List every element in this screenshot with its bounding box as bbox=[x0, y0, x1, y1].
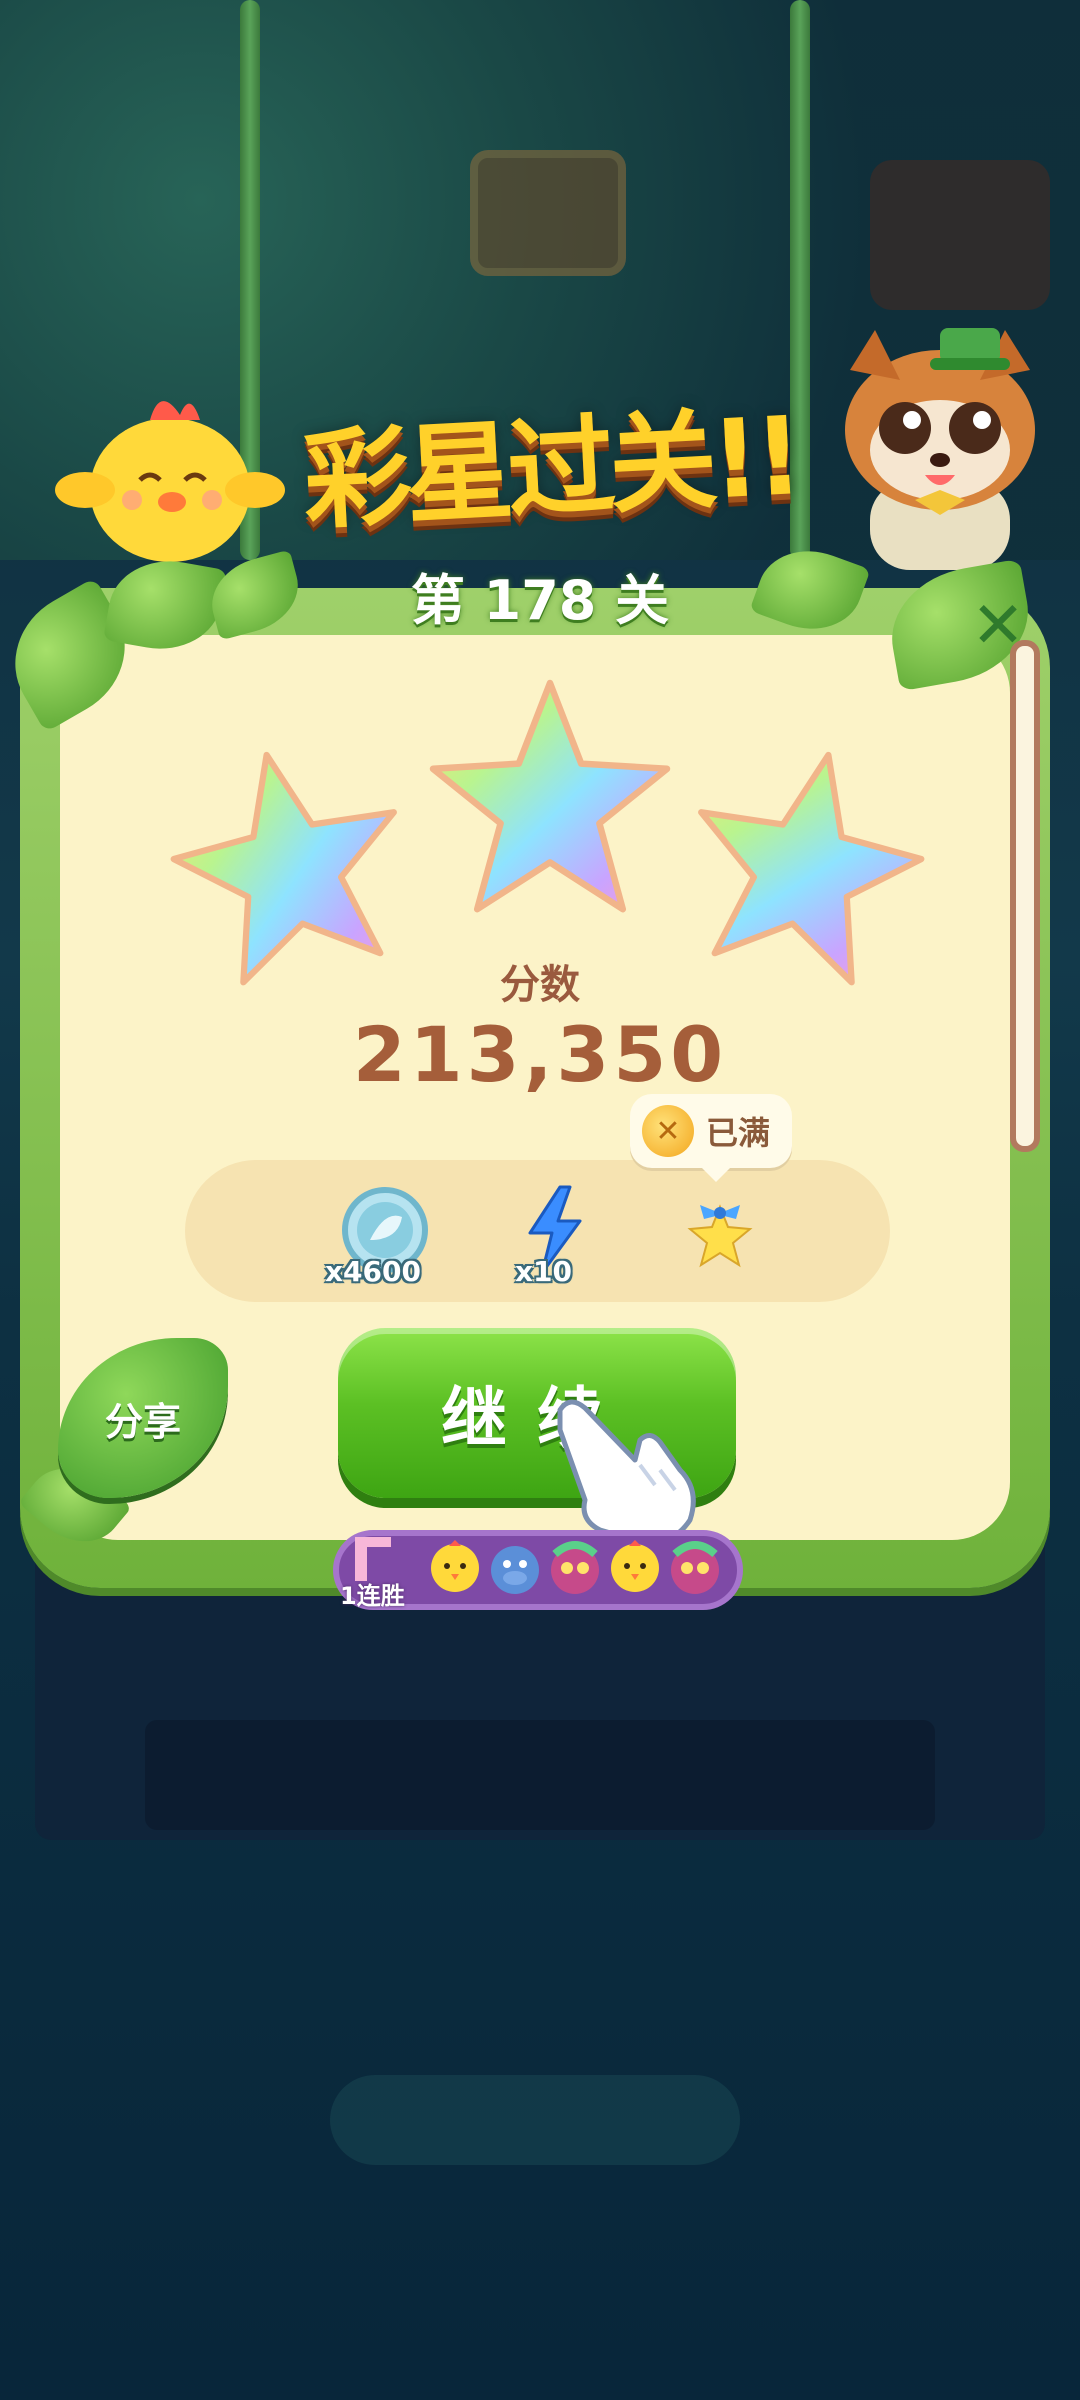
hippo-avatar-icon bbox=[491, 1546, 539, 1594]
background-box bbox=[870, 160, 1050, 310]
background-frame bbox=[470, 150, 626, 276]
reward-count: x4600 bbox=[325, 1255, 421, 1288]
background-pill bbox=[330, 2075, 740, 2165]
coin-icon: ✕ bbox=[642, 1105, 694, 1157]
level-number: 第 178 关 bbox=[410, 568, 670, 632]
game-board-background-row bbox=[145, 1720, 935, 1830]
score-value: 213,350 bbox=[352, 1010, 728, 1099]
tooltip-text: 已满 bbox=[706, 1114, 771, 1152]
reward-count: x10 bbox=[515, 1255, 573, 1288]
star-bow-icon bbox=[687, 1204, 753, 1268]
share-button-label: 分享 bbox=[104, 1399, 181, 1444]
win-streak-label: 1连胜 bbox=[340, 1582, 405, 1610]
owl-avatar-icon bbox=[551, 1541, 599, 1594]
rainbow-star-2-icon bbox=[429, 679, 671, 913]
rainbow-star-1-icon bbox=[170, 751, 397, 986]
chick-avatar-icon bbox=[431, 1540, 479, 1592]
tooltip: ✕ 已满 bbox=[630, 1094, 792, 1182]
chick-mascot bbox=[55, 401, 285, 562]
score-label: 分数 bbox=[500, 962, 580, 1008]
rainbow-star-3-icon bbox=[698, 751, 925, 986]
scrollbar[interactable] bbox=[1010, 640, 1040, 1152]
level-complete-title: 彩星过关!! bbox=[300, 394, 801, 545]
owl-avatar-icon bbox=[671, 1541, 719, 1594]
raccoon-mascot bbox=[845, 328, 1035, 570]
pointer-hand-icon bbox=[557, 1399, 696, 1545]
chick-avatar-icon bbox=[611, 1540, 659, 1592]
